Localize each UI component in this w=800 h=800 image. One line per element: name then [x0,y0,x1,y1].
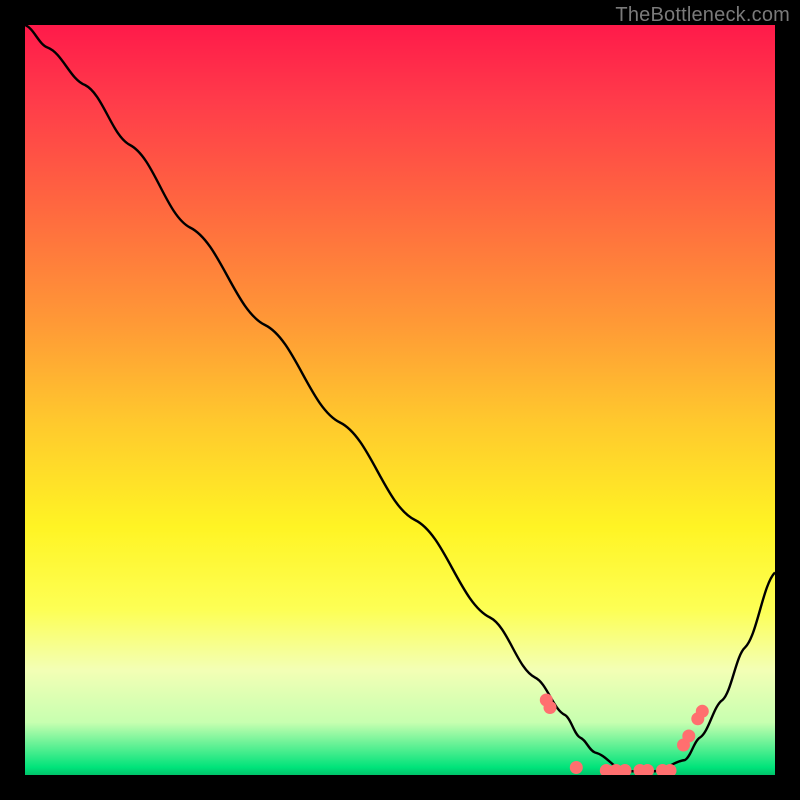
bottleneck-curve [25,25,775,771]
data-dots [540,694,709,776]
chart-frame: TheBottleneck.com [0,0,800,800]
data-dot [696,705,709,718]
data-dot [544,701,557,714]
data-dot [619,764,632,775]
chart-svg [25,25,775,775]
attribution-label: TheBottleneck.com [615,4,790,27]
data-dot [570,761,583,774]
data-dot [682,730,695,743]
plot-area [25,25,775,775]
